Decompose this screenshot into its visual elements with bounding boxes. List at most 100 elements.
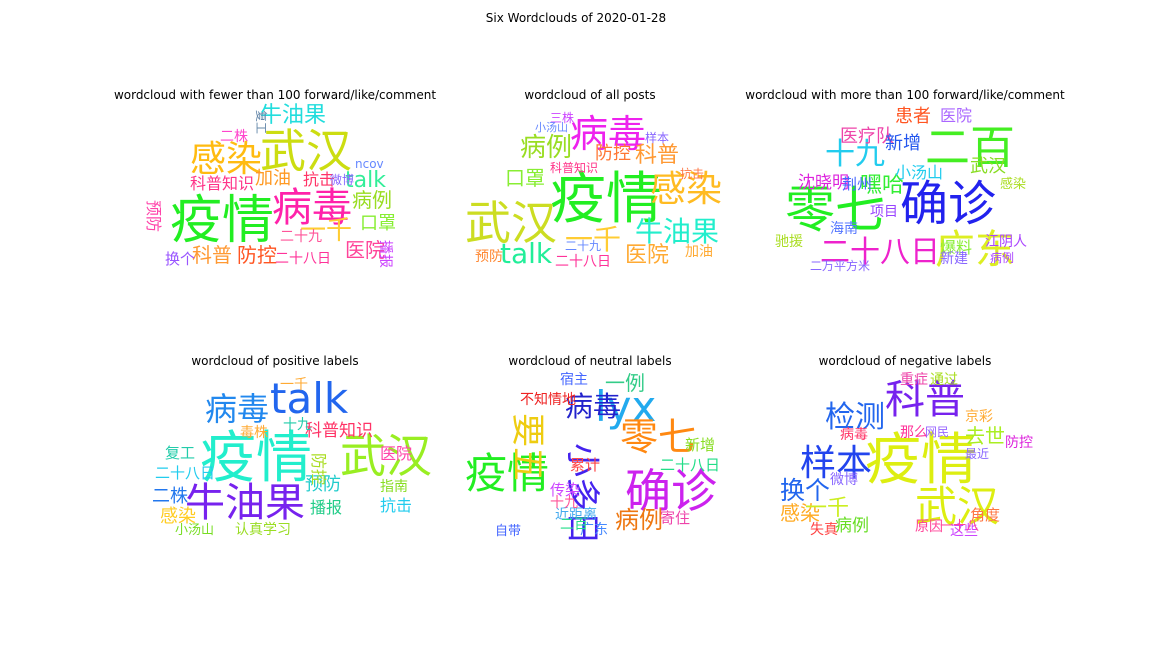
cloud-word: 科普知识: [550, 161, 599, 175]
cloud-word: 二万平方米: [810, 259, 871, 273]
cloud-word: 宿主: [560, 372, 588, 388]
cloud-word: 去世: [965, 424, 1005, 448]
cloud-word: 认真学习: [235, 522, 291, 538]
cloud-word: 预防: [144, 200, 163, 233]
cloud-word: talk: [500, 237, 553, 270]
cloud-word: 江阴人: [985, 234, 1027, 250]
cloud-word: 科普: [192, 243, 232, 267]
cloud-word: 一例: [605, 371, 645, 395]
wordcloud-panel: 疫情 武汉 病毒 感染 牛油果 talk 病例 科普 防控 口罩 医院 一千 科普知识 三株 样本 抗击 预防加…: [455, 100, 745, 278]
cloud-word: 一十八: [940, 519, 980, 534]
cloud-word: 医院: [940, 106, 973, 125]
cloud-word: 样本: [645, 131, 670, 145]
cloud-word: 毒株: [240, 425, 268, 441]
cloud-word: 一千: [805, 496, 850, 521]
panel-title: wordcloud of neutral labels: [508, 354, 672, 368]
cloud-word: 二十九: [565, 239, 602, 253]
cloud-word: 京彩: [965, 409, 993, 425]
cloud-word: 十九: [550, 495, 578, 511]
cloud-word: 二株: [220, 129, 248, 145]
cloud-word: 科普: [635, 143, 680, 168]
cloud-word: 防控: [309, 453, 328, 486]
cloud-word: 累计: [570, 456, 601, 474]
cloud-word: 微博: [330, 173, 355, 187]
cloud-word: 防控: [595, 143, 631, 164]
panel-title: wordcloud of negative labels: [818, 354, 992, 368]
cloud-word: 项目: [870, 204, 898, 220]
cloud-word: 小汤山: [175, 523, 215, 538]
cloud-word: 二十八日: [660, 456, 721, 474]
cloud-word: 感染: [190, 139, 263, 180]
cloud-word: 医院: [380, 444, 413, 463]
cloud-word: 新增: [685, 436, 716, 454]
wordcloud-panel: 疫情 病毒 武汉 感染 牛油果 talk 科普知识 加油 抗击 病例 医院 防控 科普 换个 二十八日 口罩预…: [140, 100, 430, 278]
cloud-word: 失真: [810, 522, 838, 538]
cloud-word: 患者: [895, 106, 931, 127]
cloud-word: 微博: [830, 472, 858, 488]
cloud-word: 二百: [560, 517, 588, 533]
cloud-word: 科普知识: [190, 174, 255, 193]
cloud-word: 换个: [165, 250, 196, 268]
cloud-word: 牛油果: [185, 480, 305, 526]
cloud-word: 二十八日: [155, 464, 216, 482]
cloud-word: 病例: [352, 188, 392, 212]
cloud-word: 确诊: [900, 176, 997, 232]
cloud-word: 小汤山: [895, 163, 944, 182]
cloud-word: 抗击: [680, 167, 705, 181]
cloud-word: 防控: [1005, 435, 1033, 451]
cloud-word: 荆州: [842, 175, 873, 193]
cloud-word: 播报: [377, 240, 393, 268]
cloud-word: ncov: [355, 157, 384, 171]
cloud-word: 病例: [520, 133, 573, 163]
cloud-word: 复工: [254, 110, 268, 135]
cloud-word: 口罩: [360, 213, 396, 234]
figure-title: Six Wordclouds of 2020-01-28: [485, 11, 667, 25]
cloud-word: 新建: [940, 251, 968, 267]
cloud-word: 疫情: [170, 191, 275, 251]
cloud-word: 不知情地: [520, 392, 576, 408]
cloud-word: 防控: [237, 243, 277, 267]
cloud-word: 小汤山: [535, 121, 568, 134]
cloud-word: 医院: [625, 243, 670, 268]
cloud-word: 一千: [280, 377, 308, 393]
cloud-word: 武汉: [970, 156, 1006, 177]
wordcloud-panel: 确诊 零七 二百 十九 广东 二十八日 医疗队 新增 嘿哈 武汉 沈晓明 患者 医院 江阴人 爆料 荆州 小汤山…: [760, 100, 1050, 278]
cloud-word: 感染: [1000, 177, 1027, 192]
panel-title: wordcloud of positive labels: [191, 354, 359, 368]
cloud-word: 寄住: [660, 509, 691, 527]
cloud-word: 通过: [930, 372, 958, 388]
wordcloud-panel: 疫情 武汉 科普 样本 检测 换个 感染 去世 病例 重症 通过 一千 京彩 防控 病毒 那么 微博 失真 原因 角度…: [765, 368, 1055, 546]
cloud-word: 口罩: [505, 166, 545, 190]
cloud-word: 指南: [380, 479, 408, 495]
cloud-word: 病例: [990, 251, 1015, 265]
cloud-word: 驰援: [775, 234, 803, 250]
cloud-word: 预防: [475, 249, 503, 265]
cloud-word: 加油: [255, 168, 291, 189]
cloud-word: 抗击: [380, 496, 413, 515]
cloud-word: 二株: [152, 486, 188, 507]
cloud-word: 二十九: [280, 229, 322, 245]
cloud-word: 二十八日: [275, 251, 331, 267]
cloud-word: 那么: [900, 425, 928, 441]
cloud-word: 自带: [495, 524, 522, 539]
cloud-word: 牛油果: [260, 103, 327, 128]
cloud-word: 疫情: [865, 428, 977, 493]
cloud-word: 十九: [283, 417, 311, 433]
cloud-word: 病例: [615, 506, 663, 534]
cloud-word: 牛油果: [635, 215, 720, 248]
cloud-word: 新增: [885, 133, 921, 154]
cloud-word: 重症: [900, 372, 928, 388]
cloud-word: 要五: [507, 413, 547, 481]
cloud-word: 复工: [165, 444, 196, 462]
cloud-word: 原因: [915, 519, 943, 535]
cloud-word: 海南: [830, 221, 858, 237]
wordcloud-panel: lyx 确诊 零七 小多日 疫情 病毒 病例 不知情地 新增 一例 要五 传染 累计 二十八日 近距离 寄住自…: [455, 368, 745, 546]
cloud-word: 最近: [965, 447, 990, 461]
cloud-word: 科普知识: [305, 421, 373, 441]
wordcloud-panel: 疫情 talk 病毒 牛油果 武汉 科普知识 预防 感染 抗击 二株 复工 认真学习 小汤山 医院 指南 播报…: [140, 368, 432, 546]
cloud-word: 病毒: [840, 427, 868, 443]
cloud-word: 病毒: [205, 390, 270, 428]
cloud-word: 二十八日: [555, 254, 611, 270]
cloud-word: 网民: [925, 425, 950, 439]
cloud-word: 加油: [685, 244, 713, 260]
